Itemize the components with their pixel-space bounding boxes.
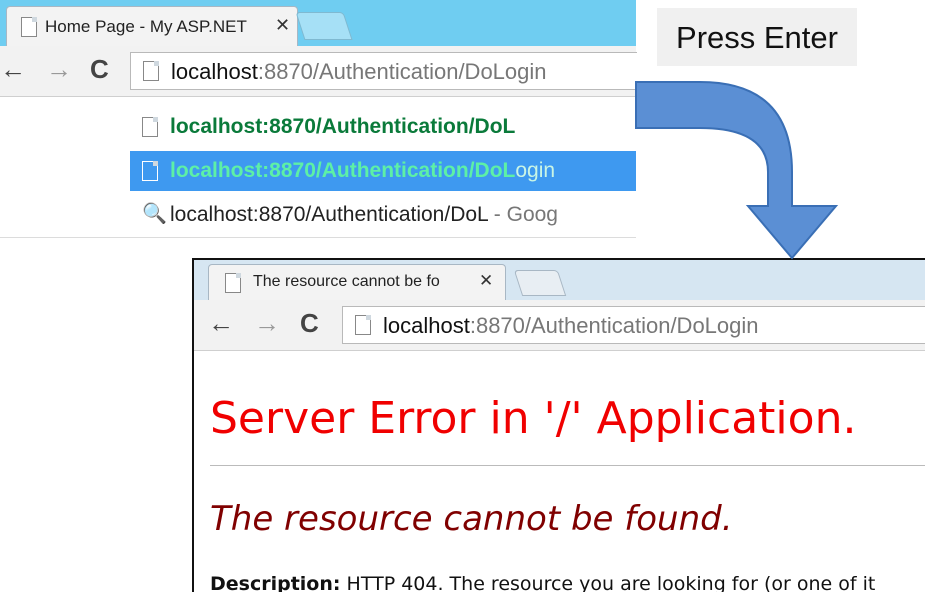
press-enter-arrow (635, 81, 839, 260)
press-enter-callout: Press Enter (657, 8, 857, 66)
callout-label: Press Enter (676, 20, 838, 55)
curved-arrow-icon (635, 81, 839, 260)
